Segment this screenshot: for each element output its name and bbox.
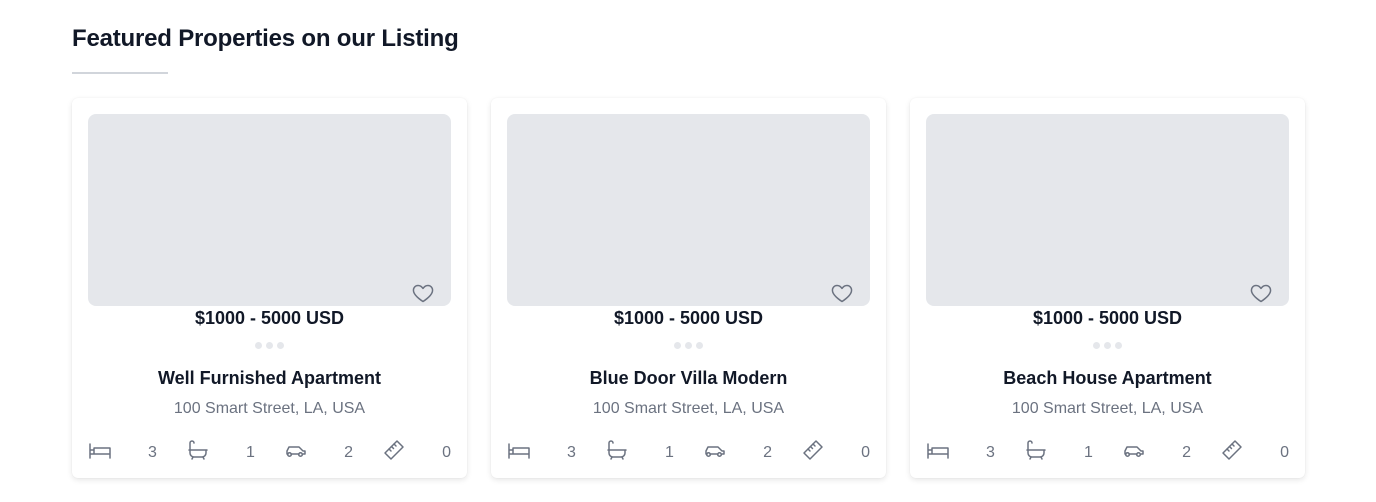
feature-beds: 3 <box>926 438 995 467</box>
bath-icon <box>1024 438 1048 467</box>
car-icon <box>1122 438 1146 467</box>
bath-icon <box>605 438 629 467</box>
garage-count: 2 <box>1182 443 1191 461</box>
baths-count: 1 <box>665 443 674 461</box>
property-name[interactable]: Well Furnished Apartment <box>72 368 467 389</box>
bed-icon <box>507 438 531 467</box>
heart-icon[interactable] <box>1249 281 1273 305</box>
property-price: $1000 - 5000 USD <box>613 308 764 328</box>
bed-icon <box>926 438 950 467</box>
property-image-placeholder <box>926 114 1289 306</box>
property-price: $1000 - 5000 USD <box>194 308 345 328</box>
bath-icon <box>186 438 210 467</box>
property-address: 100 Smart Street, LA, USA <box>592 400 785 417</box>
carousel-dot[interactable] <box>277 342 284 349</box>
area-count: 0 <box>442 443 451 461</box>
property-image-placeholder <box>507 114 870 306</box>
carousel-dot[interactable] <box>1093 342 1100 349</box>
heart-icon[interactable] <box>830 281 854 305</box>
beds-count: 3 <box>567 443 576 461</box>
bed-icon <box>88 438 112 467</box>
feature-baths: 1 <box>186 438 255 467</box>
feature-area: 0 <box>382 438 451 467</box>
property-name[interactable]: Blue Door Villa Modern <box>491 368 886 389</box>
carousel-dot[interactable] <box>255 342 262 349</box>
property-card[interactable]: $1000 - 5000 USD Blue Door Villa Modern … <box>491 98 886 478</box>
property-card[interactable]: $1000 - 5000 USD Well Furnished Apartmen… <box>72 98 467 478</box>
property-features: 3 1 2 0 <box>507 438 870 467</box>
feature-baths: 1 <box>1024 438 1093 467</box>
car-icon <box>284 438 308 467</box>
carousel-dot[interactable] <box>1115 342 1122 349</box>
feature-area: 0 <box>1220 438 1289 467</box>
title-underline <box>72 72 168 74</box>
ruler-icon <box>801 438 825 467</box>
property-price: $1000 - 5000 USD <box>1032 308 1183 328</box>
carousel-dot[interactable] <box>674 342 681 349</box>
garage-count: 2 <box>344 443 353 461</box>
image-carousel-dots <box>910 342 1305 349</box>
feature-garage: 2 <box>284 438 353 467</box>
carousel-dot[interactable] <box>1104 342 1111 349</box>
property-address: 100 Smart Street, LA, USA <box>173 400 366 417</box>
property-image-placeholder <box>88 114 451 306</box>
carousel-dot[interactable] <box>685 342 692 349</box>
car-icon <box>703 438 727 467</box>
ruler-icon <box>382 438 406 467</box>
area-count: 0 <box>1280 443 1289 461</box>
baths-count: 1 <box>246 443 255 461</box>
ruler-icon <box>1220 438 1244 467</box>
feature-beds: 3 <box>88 438 157 467</box>
feature-area: 0 <box>801 438 870 467</box>
property-features: 3 1 2 0 <box>88 438 451 467</box>
area-count: 0 <box>861 443 870 461</box>
listing-cards: $1000 - 5000 USD Well Furnished Apartmen… <box>72 98 1305 478</box>
property-address: 100 Smart Street, LA, USA <box>1011 400 1204 417</box>
image-carousel-dots <box>491 342 886 349</box>
feature-garage: 2 <box>1122 438 1191 467</box>
feature-garage: 2 <box>703 438 772 467</box>
image-carousel-dots <box>72 342 467 349</box>
carousel-dot[interactable] <box>696 342 703 349</box>
beds-count: 3 <box>148 443 157 461</box>
garage-count: 2 <box>763 443 772 461</box>
section-title: Featured Properties on our Listing <box>72 25 459 52</box>
feature-beds: 3 <box>507 438 576 467</box>
property-features: 3 1 2 0 <box>926 438 1289 467</box>
property-name[interactable]: Beach House Apartment <box>910 368 1305 389</box>
baths-count: 1 <box>1084 443 1093 461</box>
carousel-dot[interactable] <box>266 342 273 349</box>
property-card[interactable]: $1000 - 5000 USD Beach House Apartment 1… <box>910 98 1305 478</box>
beds-count: 3 <box>986 443 995 461</box>
heart-icon[interactable] <box>411 281 435 305</box>
feature-baths: 1 <box>605 438 674 467</box>
